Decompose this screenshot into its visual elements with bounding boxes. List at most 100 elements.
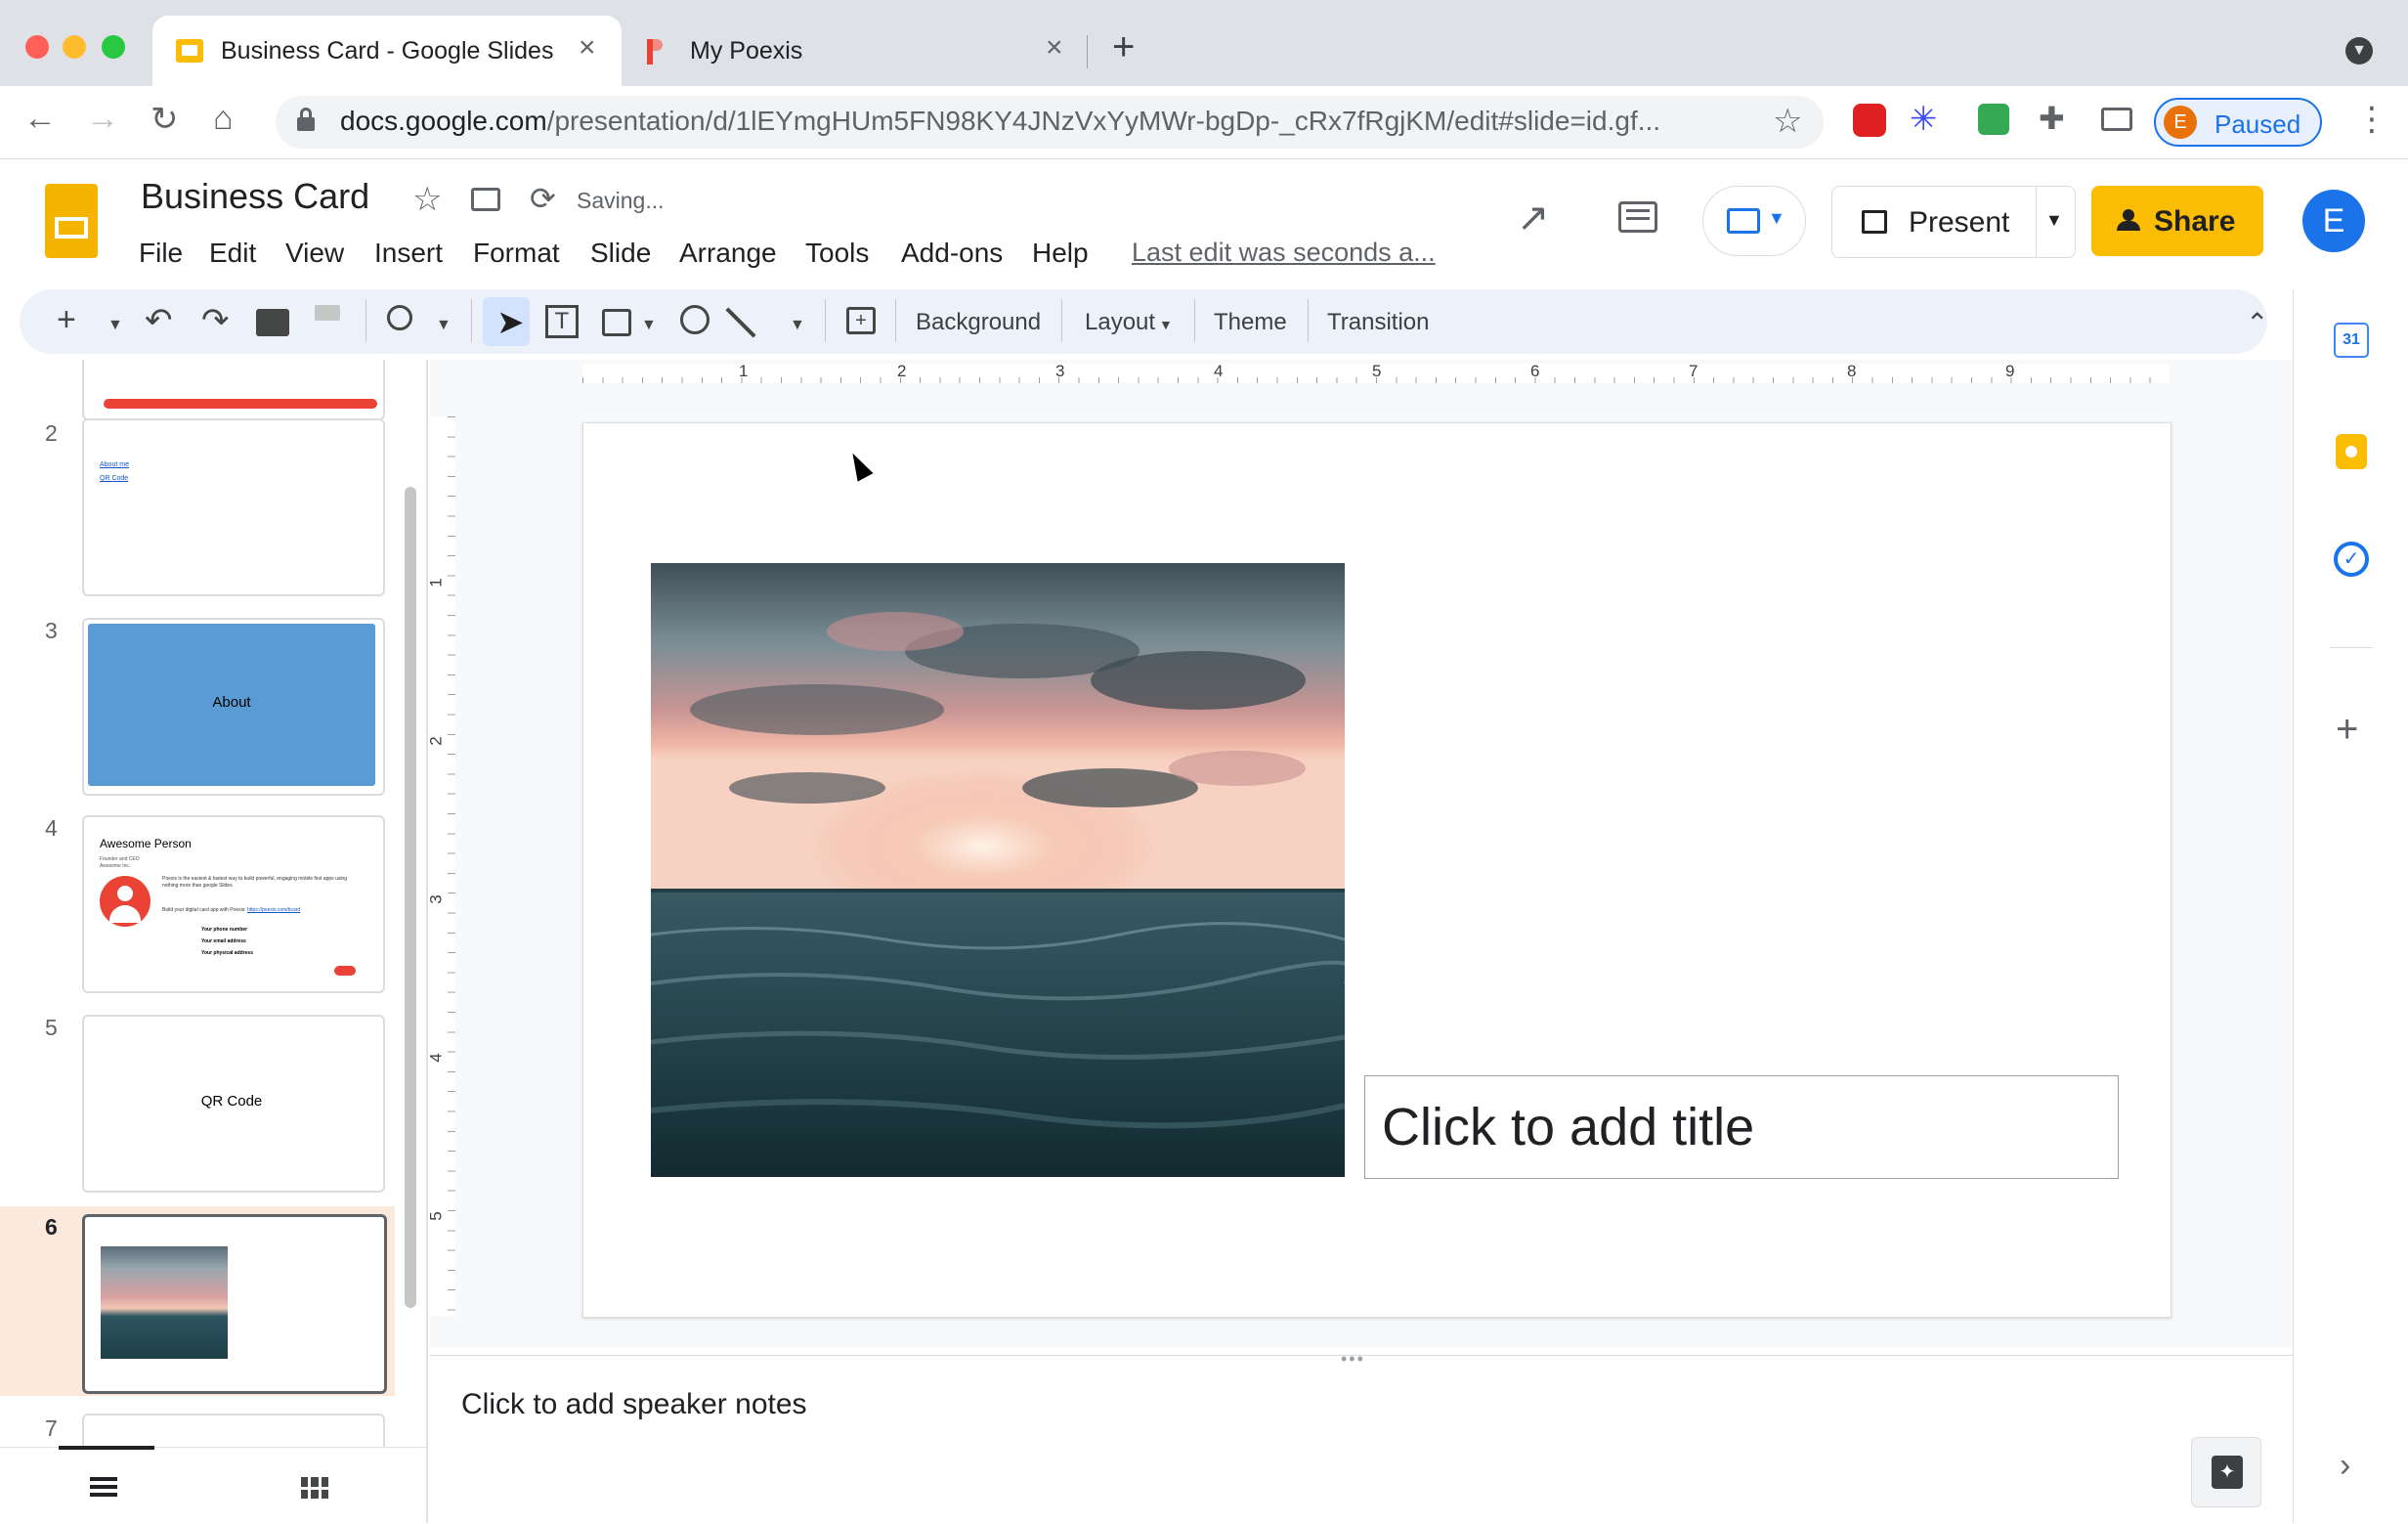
add-comment-icon[interactable]: + <box>846 307 876 334</box>
background-button[interactable]: Background <box>916 309 1041 336</box>
home-icon[interactable]: ⌂ <box>213 100 234 138</box>
line-dropdown-icon[interactable]: ▼ <box>790 317 805 334</box>
theme-button[interactable]: Theme <box>1214 309 1287 336</box>
explore-button[interactable]: ✦ <box>2191 1437 2261 1507</box>
slide-thumb-2[interactable]: About me QR Code <box>82 418 385 596</box>
show-side-panel-chevron-icon[interactable]: › <box>2340 1447 2350 1485</box>
menu-tools[interactable]: Tools <box>805 238 869 269</box>
calendar-icon[interactable]: 31 <box>2334 323 2369 358</box>
reload-icon[interactable]: ↻ <box>150 100 179 139</box>
bookmark-star-icon[interactable]: ☆ <box>1773 102 1802 141</box>
hide-menus-chevron-up-icon[interactable]: ⌃ <box>2246 307 2268 339</box>
zoom-dropdown-icon[interactable]: ▼ <box>436 317 452 334</box>
toolbar-separator <box>471 299 472 342</box>
ruler-label: 1 <box>739 362 749 380</box>
document-title[interactable]: Business Card <box>141 176 369 217</box>
browser-menu-icon[interactable]: ⋮ <box>2355 100 2388 139</box>
menu-format[interactable]: Format <box>473 238 560 269</box>
tab-search-icon[interactable]: ▼ <box>2345 37 2373 65</box>
activity-trend-icon[interactable]: ↗ <box>1517 196 1550 240</box>
grid-view-icon[interactable] <box>301 1477 328 1499</box>
tab-close-icon[interactable]: × <box>579 31 596 65</box>
tab-title-poexis[interactable]: My Poexis <box>690 37 802 65</box>
ruler-label: 2 <box>426 736 446 746</box>
print-icon[interactable] <box>256 309 289 336</box>
slide-thumb-7[interactable] <box>82 1414 385 1447</box>
thumb-text: QR Code <box>200 1093 263 1110</box>
paint-format-icon[interactable] <box>315 305 340 321</box>
slide-number: 4 <box>45 815 58 841</box>
filmstrip-scrollbar[interactable] <box>405 487 416 1308</box>
back-icon[interactable]: ← <box>23 100 57 138</box>
menu-arrange[interactable]: Arrange <box>679 238 777 269</box>
ruler-label: 7 <box>1689 362 1698 380</box>
speaker-notes-panel[interactable] <box>430 1355 2293 1524</box>
cast-icon[interactable] <box>2101 108 2132 131</box>
thumb-text: About <box>212 694 251 711</box>
text-box-icon[interactable]: T <box>545 305 579 338</box>
slide-thumb-3[interactable]: About <box>82 618 385 796</box>
undo-icon[interactable]: ↶ <box>145 301 173 340</box>
slide-thumb-6[interactable] <box>82 1214 387 1394</box>
active-view-indicator <box>59 1446 154 1450</box>
shape-icon[interactable] <box>680 305 710 334</box>
image-dropdown-icon[interactable]: ▼ <box>641 317 657 334</box>
share-button[interactable]: Share <box>2091 186 2263 256</box>
keep-icon[interactable] <box>2336 434 2367 469</box>
slide-photo-ocean-sunset[interactable] <box>651 563 1345 1177</box>
menu-edit[interactable]: Edit <box>209 238 256 269</box>
url-text[interactable]: docs.google.com/presentation/d/1lEYmgHUm… <box>340 106 1660 137</box>
ruler-label: 3 <box>426 894 446 904</box>
maximize-window-button[interactable] <box>102 35 125 59</box>
close-window-button[interactable] <box>25 35 49 59</box>
minimize-window-button[interactable] <box>63 35 86 59</box>
notes-resize-handle[interactable]: ••• <box>1341 1349 1365 1370</box>
new-tab-plus-icon[interactable]: + <box>1112 25 1135 69</box>
asterisk-extension-icon[interactable]: ✳ <box>1910 100 1938 139</box>
menu-view[interactable]: View <box>285 238 344 269</box>
account-avatar[interactable]: E <box>2302 190 2365 252</box>
move-to-folder-icon[interactable] <box>471 188 500 211</box>
slide-thumb-5[interactable]: QR Code <box>82 1015 385 1193</box>
tab-close-icon[interactable]: × <box>1046 31 1063 65</box>
profile-paused-button[interactable]: E Paused <box>2154 98 2322 147</box>
lock-icon[interactable] <box>297 108 315 131</box>
slide-thumb-1[interactable] <box>82 360 385 420</box>
puzzle-extensions-icon[interactable]: ✚ <box>2039 100 2065 137</box>
green-extension-icon[interactable] <box>1978 104 2009 135</box>
menu-insert[interactable]: Insert <box>374 238 443 269</box>
present-dropdown-icon[interactable]: ▼ <box>2045 210 2063 231</box>
person-add-icon <box>2117 209 2146 231</box>
menu-help[interactable]: Help <box>1032 238 1089 269</box>
star-icon[interactable]: ☆ <box>412 180 442 219</box>
menu-slide[interactable]: Slide <box>590 238 651 269</box>
menu-file[interactable]: File <box>139 238 183 269</box>
present-button[interactable]: Present ▼ <box>1831 186 2076 258</box>
ruler-label: 5 <box>1372 362 1382 380</box>
speaker-notes-placeholder[interactable]: Click to add speaker notes <box>461 1388 807 1421</box>
ruler-label: 4 <box>426 1053 446 1063</box>
thumb-subtitle: Awesome Inc. <box>100 863 131 869</box>
title-placeholder-text[interactable]: Click to add title <box>1382 1097 1754 1157</box>
comment-history-icon[interactable] <box>1618 201 1657 233</box>
layout-dropdown-icon[interactable]: ▼ <box>1159 317 1173 332</box>
transition-button[interactable]: Transition <box>1327 309 1429 336</box>
tasks-icon[interactable]: ✓ <box>2334 542 2369 577</box>
last-edit-link[interactable]: Last edit was seconds a... <box>1132 238 1436 268</box>
new-slide-plus-icon[interactable]: + <box>57 301 76 339</box>
get-addons-plus-icon[interactable]: + <box>2336 708 2358 752</box>
zoom-icon[interactable] <box>387 305 412 330</box>
adblock-extension-icon[interactable] <box>1853 104 1886 137</box>
explore-sparkle-icon: ✦ <box>2212 1456 2243 1489</box>
filmstrip-view-icon[interactable] <box>90 1477 117 1497</box>
redo-icon[interactable]: ↷ <box>201 301 230 340</box>
new-slide-dropdown-icon[interactable]: ▼ <box>108 317 123 334</box>
slides-logo-icon[interactable] <box>45 184 98 258</box>
forward-icon[interactable]: → <box>86 100 119 138</box>
layout-button[interactable]: Layout <box>1085 309 1155 336</box>
insert-image-icon[interactable] <box>602 309 631 336</box>
select-tool-button[interactable]: ➤ <box>483 297 530 346</box>
menu-addons[interactable]: Add-ons <box>901 238 1003 269</box>
slide-thumb-4[interactable]: Awesome Person Founder and CEO Awesome I… <box>82 815 385 993</box>
meet-present-button[interactable]: ▼ <box>1702 186 1806 256</box>
